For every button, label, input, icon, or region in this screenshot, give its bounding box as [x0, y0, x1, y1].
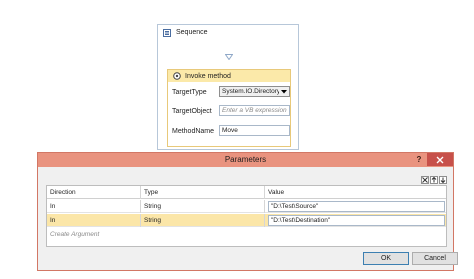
delete-argument-button[interactable]: [421, 176, 429, 184]
invoke-method-header[interactable]: Invoke method: [168, 70, 290, 82]
invoke-method-activity[interactable]: Invoke method TargetType System.IO.Direc…: [167, 69, 291, 147]
ok-button[interactable]: OK: [363, 252, 409, 265]
target-type-value: System.IO.Directory: [222, 88, 279, 95]
close-button[interactable]: [427, 153, 453, 166]
delete-icon: [422, 177, 428, 183]
move-down-button[interactable]: [439, 176, 447, 184]
value-input[interactable]: "D:\Test\Source": [268, 201, 445, 212]
grid-toolbar: [420, 176, 447, 184]
dialog-title: Parameters: [224, 155, 267, 164]
invoke-method-icon: [173, 72, 181, 80]
cancel-button[interactable]: Cancel: [412, 252, 458, 265]
target-object-input[interactable]: Enter a VB expression: [219, 105, 290, 116]
sequence-icon: [163, 28, 171, 37]
column-header-direction[interactable]: Direction: [47, 186, 141, 199]
column-header-value[interactable]: Value: [265, 186, 446, 199]
parameters-dialog: Parameters ? Direction Type Value In Str…: [37, 152, 458, 271]
drop-arrow-icon[interactable]: [225, 54, 233, 60]
value-input[interactable]: "D:\Test\Destination": [268, 215, 445, 226]
table-row[interactable]: In String "D:\Test\Destination": [47, 214, 446, 227]
target-object-label: TargetObject: [172, 108, 212, 115]
help-button[interactable]: ?: [413, 154, 425, 166]
value-cell: "D:\Test\Destination": [265, 214, 446, 227]
direction-cell[interactable]: In: [47, 200, 141, 213]
dialog-titlebar[interactable]: Parameters ?: [38, 153, 453, 167]
method-name-label: MethodName: [172, 128, 215, 135]
move-up-button[interactable]: [430, 176, 438, 184]
chevron-down-icon: [281, 90, 287, 94]
sequence-title: Sequence: [176, 29, 208, 36]
direction-cell[interactable]: In: [47, 214, 141, 227]
table-row[interactable]: In String "D:\Test\Source": [47, 200, 446, 213]
target-type-label: TargetType: [172, 89, 207, 96]
type-cell[interactable]: String: [141, 214, 265, 227]
target-type-dropdown[interactable]: System.IO.Directory: [219, 86, 290, 97]
value-cell: "D:\Test\Source": [265, 200, 446, 213]
invoke-method-title: Invoke method: [185, 72, 231, 80]
close-icon: [436, 156, 444, 163]
arrow-up-icon: [431, 177, 437, 183]
method-name-input[interactable]: Move: [219, 125, 290, 136]
sequence-header[interactable]: Sequence: [158, 25, 298, 40]
sequence-activity[interactable]: Sequence Invoke method TargetType System…: [157, 24, 299, 150]
column-header-type[interactable]: Type: [141, 186, 265, 199]
grid-header: Direction Type Value: [47, 186, 446, 199]
arrow-down-icon: [440, 177, 446, 183]
type-cell[interactable]: String: [141, 200, 265, 213]
create-argument-link[interactable]: Create Argument: [47, 229, 446, 240]
parameters-grid: Direction Type Value In String "D:\Test\…: [46, 185, 447, 247]
